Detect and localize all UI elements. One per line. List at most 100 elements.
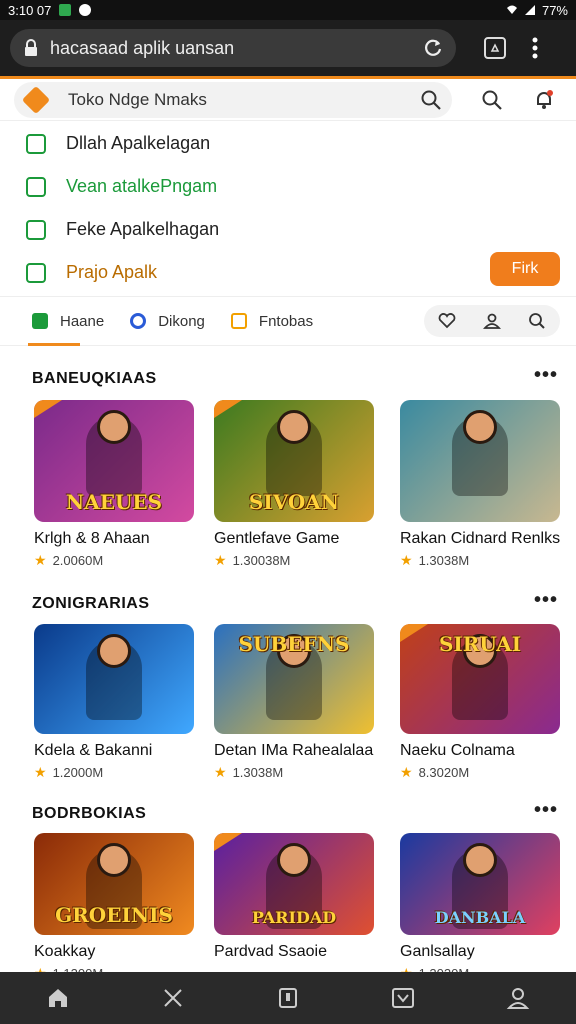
tab-featured[interactable]: Fntobas [230, 296, 314, 346]
search-input[interactable]: Toko Ndge Nmaks [14, 81, 452, 118]
game-logo: SIRUAI [438, 632, 522, 656]
app-thumbnail: SIRUAI [400, 624, 560, 734]
check-icon [26, 133, 46, 154]
character-art [277, 410, 311, 444]
suggestion-item[interactable]: Dllah Apalkelagan [0, 122, 576, 165]
bell-icon [537, 89, 553, 109]
star-icon: ★ [400, 764, 413, 780]
tab-label: Haane [60, 312, 105, 330]
rating-value: 8.3020M [418, 765, 470, 780]
category-tabs: Haane Dikong Fntobas [0, 296, 576, 346]
app-rating: ★ 1.30038M [214, 552, 374, 569]
app-card[interactable]: NAEUES Krlgh & 8 Ahaan ★ 2.0060M [34, 400, 194, 569]
grid-icon [26, 262, 46, 283]
tab-count-icon [490, 43, 500, 52]
url-text: hacasaad aplik uansan [50, 37, 235, 58]
app-title: Koakkay [34, 943, 96, 960]
app-card[interactable]: SIVOAN Gentlefave Game ★ 1.30038M [214, 400, 374, 569]
signal-icon [524, 5, 535, 15]
section-title: BANEUQKIAAS [32, 370, 157, 387]
app-card[interactable]: SIRUAI Naeku Colnama ★ 8.3020M [400, 624, 560, 781]
suggestion-label: Vean atalkePngam [66, 176, 218, 196]
app-icon [79, 4, 92, 16]
app-card[interactable]: SUBEFNS Detan IMa Rahealalaa ★ 1.3038M [214, 624, 374, 781]
battery-level: 77% [541, 2, 568, 18]
app-thumbnail: SIVOAN [214, 400, 374, 522]
search-icon[interactable] [420, 89, 442, 111]
section-title: BODRBOKIAS [32, 805, 147, 822]
app-title: Pardvad Ssaoie [214, 943, 327, 960]
app-title: Ganlsallay [400, 943, 475, 960]
nav-tabs[interactable] [275, 985, 301, 1011]
app-rating: ★ 1.3038M [214, 764, 374, 781]
tab-label: Dikong [158, 312, 205, 330]
app-thumbnail [34, 624, 194, 734]
badge-icon [34, 400, 62, 418]
check-icon [26, 219, 46, 240]
rating-value: 1.30038M [232, 553, 291, 568]
nav-profile[interactable] [505, 985, 531, 1011]
calendar-icon [230, 313, 247, 329]
notifications-button[interactable] [530, 86, 558, 114]
app-thumbnail [400, 400, 560, 522]
rating-value: 1.2000M [52, 765, 104, 780]
app-card[interactable]: GROEINIS Koakkay ★1.1200M [34, 833, 194, 982]
nav-close[interactable] [160, 985, 186, 1011]
home-icon [32, 313, 48, 329]
status-time: 3:10 07 [8, 2, 52, 18]
character-art [463, 410, 497, 444]
more-options-icon[interactable]: ••• [534, 799, 558, 822]
suggestion-item[interactable]: Vean atalkePngam [0, 165, 576, 208]
more-options-icon[interactable]: ••• [534, 589, 558, 612]
character-art [463, 843, 497, 877]
reload-icon[interactable] [422, 37, 444, 59]
app-card[interactable]: PARIDAD Pardvad Ssaoie [214, 833, 374, 961]
app-thumbnail: SUBEFNS [214, 624, 374, 734]
app-rating: ★ 8.3020M [400, 764, 560, 781]
ranking-icon [130, 313, 147, 329]
check-icon [26, 176, 46, 197]
more-options-icon[interactable]: ••• [534, 364, 558, 387]
tab-ranking[interactable]: Dikong [130, 296, 205, 346]
tab-home[interactable]: Haane [27, 296, 105, 346]
star-icon: ★ [400, 552, 413, 568]
suggestion-item[interactable]: Feke Apalkelhagan [0, 208, 576, 251]
store-search-row: Toko Ndge Nmaks [0, 79, 576, 121]
app-rating: ★ 1.2000M [34, 764, 194, 781]
address-bar[interactable]: hacasaad aplik uansan [10, 29, 456, 67]
app-rating: ★ 1.3038M [400, 552, 560, 569]
star-icon: ★ [34, 764, 47, 780]
tool-group [424, 305, 560, 337]
wifi-icon [506, 5, 517, 14]
overflow-menu-icon[interactable] [532, 37, 538, 59]
search-button[interactable] [478, 86, 506, 114]
suggestion-label: Feke Apalkelhagan [66, 219, 220, 239]
game-logo: SUBEFNS [238, 632, 350, 656]
tab-label: Fntobas [258, 312, 314, 330]
profile-icon [507, 988, 530, 1009]
app-card[interactable]: Kdela & Bakanni ★ 1.2000M [34, 624, 194, 781]
close-icon [164, 989, 182, 1007]
nav-home[interactable] [45, 985, 71, 1011]
app-card[interactable]: Rakan Cidnard Renlks ★ 1.3038M [400, 400, 560, 569]
game-logo: SIVOAN [248, 490, 340, 514]
account-icon[interactable] [482, 312, 501, 330]
app-card[interactable]: DANBALA Ganlsallay ★1.2020M [400, 833, 560, 982]
character-art [97, 843, 131, 877]
store-logo-icon [21, 85, 51, 114]
app-rating: ★ 2.0060M [34, 552, 194, 569]
app-title: Naeku Colnama [400, 742, 515, 759]
find-button[interactable]: Firk [490, 252, 560, 286]
heart-icon[interactable] [438, 312, 456, 330]
app-thumbnail: GROEINIS [34, 833, 194, 935]
app-title: Gentlefave Game [214, 530, 340, 547]
tabs-button[interactable] [484, 37, 506, 59]
suggestion-label: Prajo Apalk [66, 262, 158, 282]
nav-downloads[interactable] [390, 985, 416, 1011]
lock-icon [25, 39, 37, 56]
app-title: Detan IMa Rahealalaa [214, 742, 374, 759]
search-icon[interactable] [528, 312, 546, 330]
app-thumbnail: NAEUES [34, 400, 194, 522]
star-icon: ★ [214, 552, 227, 568]
section-title: ZONIGRARIAS [32, 595, 150, 612]
